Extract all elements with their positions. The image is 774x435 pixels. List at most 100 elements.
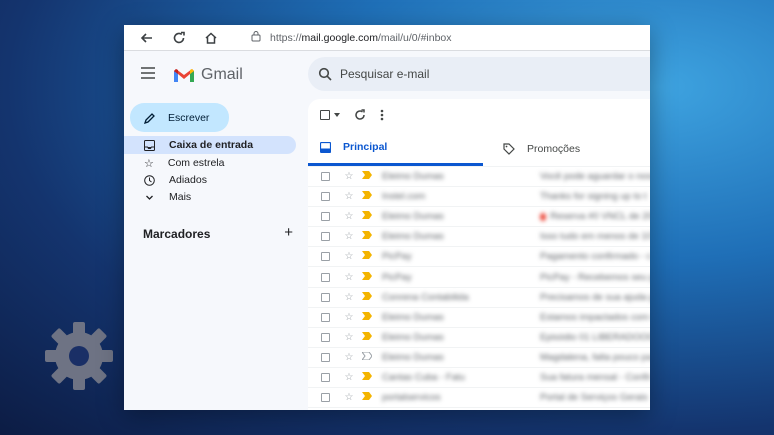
home-icon[interactable]: [200, 27, 222, 49]
important-marker-icon[interactable]: [362, 392, 374, 403]
important-marker-icon[interactable]: [361, 351, 374, 363]
more-options-icon[interactable]: [380, 109, 384, 121]
email-row[interactable]: ☆ Eleimo Dumas Episódio 01 LIBERADOOOO: [308, 328, 650, 348]
reload-icon[interactable]: [168, 27, 190, 49]
star-icon[interactable]: ☆: [343, 231, 355, 242]
site-info-icon[interactable]: [250, 30, 262, 45]
email-subject-wrap: Isso tudo em menos de 10: [540, 231, 650, 242]
important-marker-icon[interactable]: [362, 271, 374, 283]
email-subject: Você pode aguardar o nosso: [540, 171, 650, 183]
important-marker-icon[interactable]: [362, 331, 374, 343]
important-marker-icon[interactable]: [362, 191, 374, 202]
labels-section: Marcadores +: [143, 224, 293, 241]
star-icon[interactable]: ☆: [343, 332, 355, 343]
email-sender: Conrena Contabilida: [382, 291, 469, 303]
row-checkbox[interactable]: [321, 272, 330, 282]
tab-promocoes[interactable]: Promoções: [483, 131, 580, 166]
email-sender: portalservicos: [382, 392, 441, 404]
email-subject: Isso tudo em menos de 10: [540, 231, 650, 243]
star-icon[interactable]: ☆: [343, 211, 355, 222]
back-icon[interactable]: [136, 27, 158, 49]
email-list: ☆ Eleimo Dumas Você pode aguardar o nosso ☆…: [308, 167, 650, 409]
star-icon[interactable]: ☆: [343, 251, 355, 262]
email-subject-wrap: Portal de Serviços Gerais: [540, 392, 650, 403]
star-icon[interactable]: ☆: [343, 292, 355, 303]
refresh-icon[interactable]: [354, 109, 366, 121]
email-row[interactable]: ☆ Eleimo Dumas Isso tudo em menos de 10: [308, 227, 650, 248]
star-icon[interactable]: ☆: [343, 272, 355, 283]
tab-principal[interactable]: Principal: [308, 131, 483, 166]
important-marker-icon[interactable]: [362, 291, 374, 303]
star-icon[interactable]: ☆: [343, 171, 355, 182]
sidebar-item-snoozed[interactable]: Adiados: [124, 171, 296, 189]
browser-toolbar: https://mail.google.com/mail/u/0/#inbox: [124, 25, 650, 51]
email-subject-wrap: Pagamento confirmado - c: [540, 251, 650, 262]
row-checkbox[interactable]: [321, 252, 330, 262]
sidebar-item-label: Adiados: [169, 174, 207, 186]
star-icon[interactable]: ☆: [343, 372, 355, 383]
gmail-logo[interactable]: Gmail: [173, 66, 243, 84]
row-checkbox[interactable]: [321, 312, 330, 322]
category-tabs: Principal Promoções: [308, 131, 650, 167]
inbox-icon: [320, 141, 331, 153]
row-checkbox[interactable]: [321, 352, 330, 362]
browser-window: https://mail.google.com/mail/u/0/#inbox …: [124, 25, 650, 410]
email-row[interactable]: ☆ Conrena Contabilida Precisamos de sua aj…: [308, 288, 650, 308]
row-checkbox[interactable]: [321, 212, 330, 222]
email-row[interactable]: ☆ Eleimo Dumas Estamos impactados com r: [308, 308, 650, 328]
email-subject: PicPay - Recebemos seu pa: [540, 271, 650, 283]
pencil-icon: [144, 112, 155, 124]
star-icon[interactable]: ☆: [343, 392, 355, 403]
email-subject: Thanks for signing up to t: [540, 191, 647, 203]
chevron-down-icon: [146, 195, 153, 200]
compose-button[interactable]: Escrever: [130, 103, 229, 132]
email-row[interactable]: ☆ portalservicos Portal de Serviços Gerais: [308, 388, 650, 409]
email-sender: Eleimo Dumas: [382, 171, 444, 183]
email-subject-wrap: Reserva #0 VNCL de 200: [540, 211, 650, 222]
search-icon[interactable]: [318, 67, 332, 81]
row-checkbox[interactable]: [321, 192, 330, 202]
add-label-icon[interactable]: +: [284, 224, 293, 241]
email-sender: Eleimo Dumas: [382, 331, 444, 343]
important-marker-icon[interactable]: [362, 211, 374, 222]
email-subject-wrap: Episódio 01 LIBERADOOOO: [540, 332, 650, 343]
important-marker-icon[interactable]: [362, 311, 374, 323]
row-checkbox[interactable]: [321, 292, 330, 302]
row-checkbox[interactable]: [321, 393, 330, 403]
important-marker-icon[interactable]: [362, 251, 374, 262]
sidebar-item-inbox[interactable]: Caixa de entrada: [124, 136, 296, 154]
tag-icon: [503, 142, 515, 155]
row-checkbox[interactable]: [321, 232, 330, 242]
address-bar[interactable]: https://mail.google.com/mail/u/0/#inbox: [250, 30, 452, 45]
email-row[interactable]: ☆ Instel.com Thanks for signing up to t: [308, 187, 650, 208]
email-row[interactable]: ☆ Eleimo Dumas Reserva #0 VNCL de 200: [308, 207, 650, 228]
important-marker-icon[interactable]: [362, 231, 374, 242]
email-row[interactable]: ☆ Eleimo Dumas Magdalena, falta pouco pa: [308, 348, 650, 368]
select-all-checkbox[interactable]: [320, 110, 340, 120]
star-icon[interactable]: ☆: [343, 312, 355, 323]
caret-down-icon[interactable]: [334, 113, 340, 117]
email-row[interactable]: ☆ PicPay PicPay - Recebemos seu pa: [308, 267, 650, 288]
row-checkbox[interactable]: [321, 332, 330, 342]
sidebar-item-more[interactable]: Mais: [124, 188, 296, 206]
star-icon[interactable]: ☆: [343, 191, 355, 202]
inbox-icon: [144, 139, 155, 151]
email-sender: Eleimo Dumas: [382, 211, 444, 223]
email-sender: Instel.com: [382, 191, 426, 203]
settings-gear-icon: [45, 322, 113, 390]
row-checkbox[interactable]: [321, 372, 330, 382]
gmail-logo-icon: [174, 68, 194, 82]
email-sender: Eleimo Dumas: [382, 351, 444, 363]
important-marker-icon[interactable]: [362, 171, 374, 182]
sidebar-item-starred[interactable]: ☆ Com estrela: [124, 154, 296, 172]
email-row[interactable]: ☆ PicPay Pagamento confirmado - c: [308, 247, 650, 268]
app-name: Gmail: [201, 66, 243, 83]
star-icon[interactable]: ☆: [343, 352, 355, 363]
email-subject-wrap: Estamos impactados com r: [540, 312, 650, 323]
email-row[interactable]: ☆ Eleimo Dumas Você pode aguardar o nosso: [308, 167, 650, 188]
row-checkbox[interactable]: [321, 172, 330, 182]
important-marker-icon[interactable]: [362, 371, 374, 383]
search-input[interactable]: Pesquisar e-mail: [308, 57, 650, 91]
email-row[interactable]: ☆ Cantas Cuba - Fatu Sua fatura mensal - C…: [308, 368, 650, 389]
main-menu-icon[interactable]: [141, 66, 163, 84]
